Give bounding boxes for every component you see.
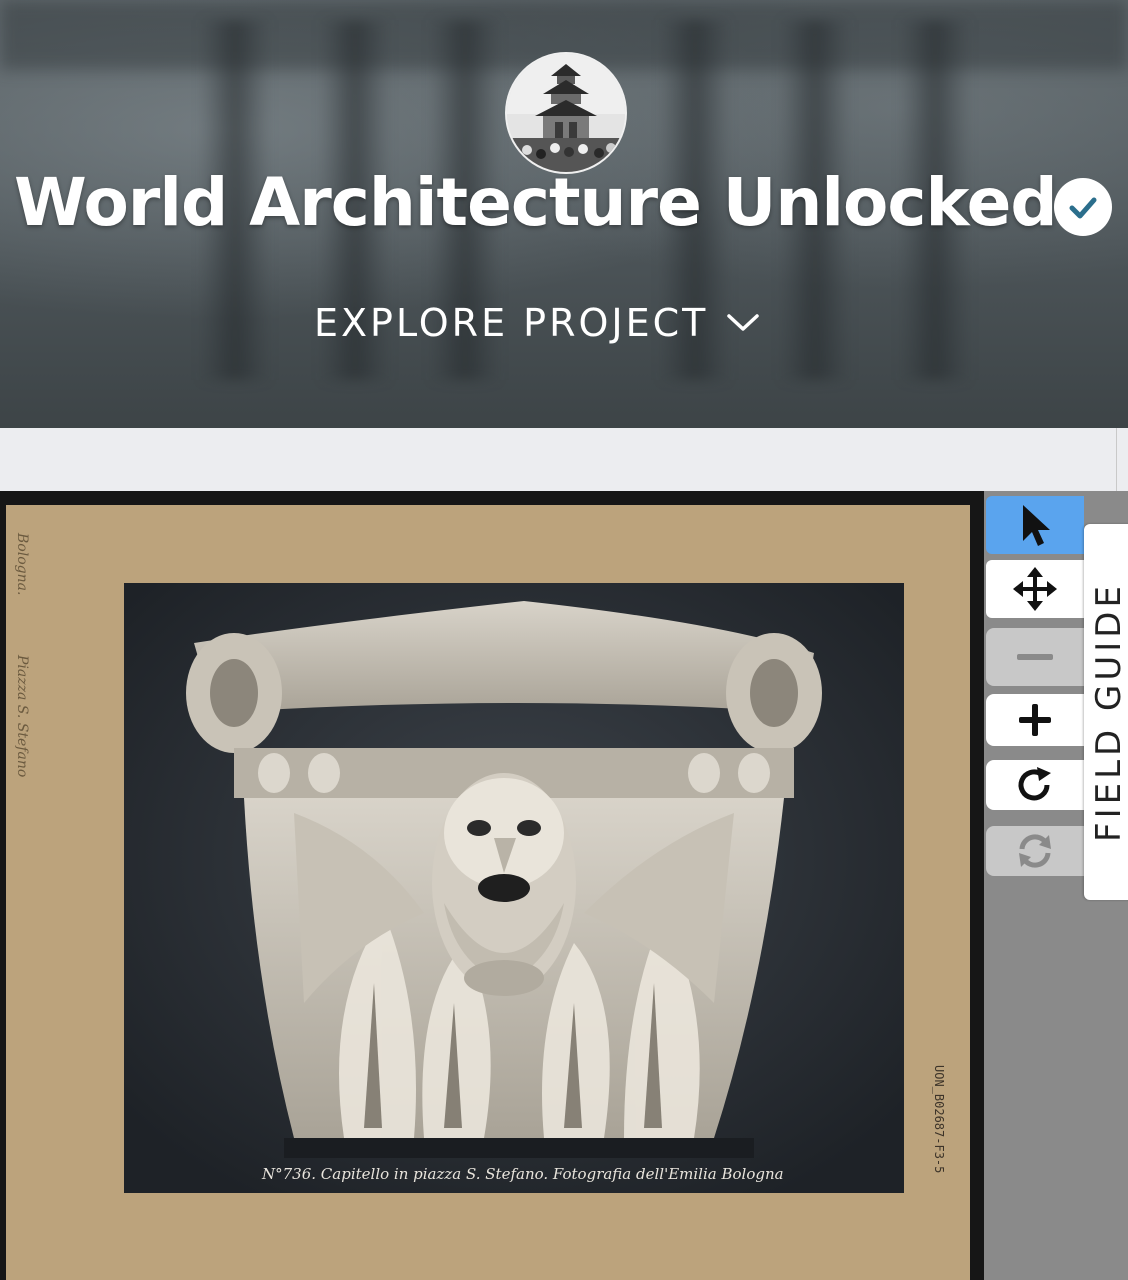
verified-check-icon: [1069, 197, 1097, 219]
rotate-icon: [1018, 767, 1051, 801]
field-guide-tab[interactable]: FIELD GUIDE: [1084, 524, 1128, 900]
catalog-number: UON_B02687-F3-5: [932, 1065, 946, 1174]
move-icon: [1013, 567, 1057, 611]
zoom-in-button[interactable]: [986, 694, 1084, 746]
annotate-tool-button[interactable]: [986, 496, 1084, 554]
minus-icon: [1017, 654, 1053, 660]
reset-icon: [1019, 834, 1051, 868]
reset-view-button[interactable]: [986, 826, 1084, 876]
plus-icon: [1019, 704, 1051, 736]
field-guide-label: FIELD GUIDE: [1089, 582, 1128, 842]
margin-note-city: Bologna.: [14, 533, 30, 596]
project-title: World Architecture Unlocked: [14, 164, 1058, 241]
corinthian-capital-image: [124, 583, 904, 1193]
verified-badge: [1054, 178, 1112, 236]
pagoda-avatar-image: [507, 54, 625, 172]
photo-mount-card: Bologna. Piazza S. Stefano UON_B02687-F3…: [6, 505, 970, 1280]
project-hero-header: World Architecture Unlocked EXPLORE PROJ…: [0, 0, 1128, 428]
rotate-button[interactable]: [986, 760, 1084, 810]
subject-viewer[interactable]: Bologna. Piazza S. Stefano UON_B02687-F3…: [0, 491, 984, 1280]
chevron-down-icon: [727, 314, 760, 331]
zoom-out-button[interactable]: [986, 628, 1084, 686]
explore-project-label: EXPLORE PROJECT: [314, 301, 709, 345]
explore-project-button[interactable]: EXPLORE PROJECT: [314, 298, 760, 348]
photo-caption: N°736. Capitello in piazza S. Stefano. F…: [262, 1165, 784, 1183]
project-page: World Architecture Unlocked EXPLORE PROJ…: [0, 0, 1128, 1280]
subject-photograph: [124, 583, 904, 1193]
move-tool-button[interactable]: [986, 560, 1084, 618]
project-avatar[interactable]: [505, 52, 627, 174]
pointer-icon: [1023, 505, 1050, 546]
margin-note-location: Piazza S. Stefano: [14, 655, 30, 778]
